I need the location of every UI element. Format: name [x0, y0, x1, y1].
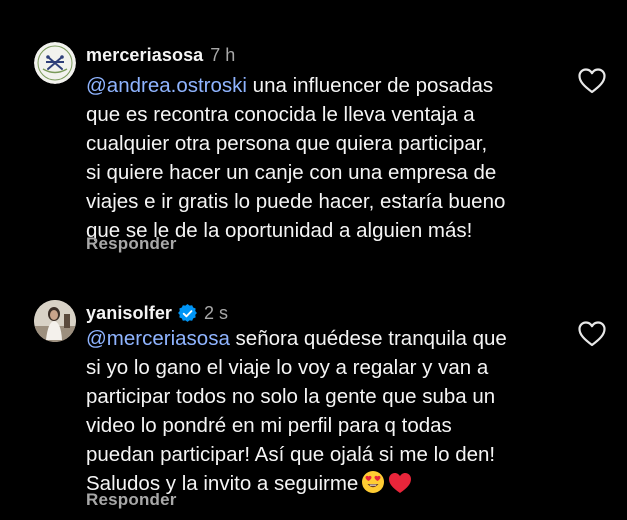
- heart-eyes-emoji: [361, 470, 385, 502]
- comment-text: @merceriasosa señora quédese tranquila q…: [86, 324, 556, 502]
- comment-line: participar todos no solo la gente que su…: [86, 385, 496, 408]
- comment-line: si yo lo gano el viaje lo voy a regalar …: [86, 356, 489, 379]
- avatar-merceriasosa[interactable]: [34, 42, 76, 84]
- comment-line: si quiere hacer un canje con una empresa…: [86, 161, 497, 184]
- comment-text: @andrea.ostroski una influencer de posad…: [86, 71, 556, 245]
- timestamp: 2 s: [204, 302, 229, 323]
- comment-line: @andrea.ostroski una influencer de posad…: [86, 74, 494, 97]
- username[interactable]: yanisolfer: [86, 303, 172, 324]
- username[interactable]: merceriasosa: [86, 45, 203, 66]
- mention-link[interactable]: @andrea.ostroski: [86, 74, 247, 97]
- comment-line: viajes e ir gratis lo puede hacer, estar…: [86, 190, 506, 213]
- verified-badge-icon: [178, 303, 197, 323]
- heart-outline-icon[interactable]: [578, 68, 606, 94]
- comment-line: @merceriasosa señora quédese tranquila q…: [86, 327, 507, 350]
- comment-header: merceriasosa 7 h: [86, 43, 235, 67]
- reply-button[interactable]: Responder: [86, 490, 177, 510]
- reply-button[interactable]: Responder: [86, 234, 177, 254]
- comment-line: que es recontra conocida le lleva ventaj…: [86, 103, 475, 126]
- comment-header: yanisolfer 2 s: [86, 301, 228, 325]
- comment-line: video lo pondré en mi perfil para q toda…: [86, 414, 452, 437]
- comment-line: puedan participar! Así que ojalá si me l…: [86, 443, 496, 466]
- mention-link[interactable]: @merceriasosa: [86, 327, 230, 350]
- avatar-yanisolfer[interactable]: [34, 300, 76, 342]
- heart-outline-icon[interactable]: [578, 321, 606, 347]
- timestamp: 7 h: [210, 44, 236, 65]
- comment-line: cualquier otra persona que quiera partic…: [86, 132, 488, 155]
- red-heart-emoji: [388, 472, 412, 502]
